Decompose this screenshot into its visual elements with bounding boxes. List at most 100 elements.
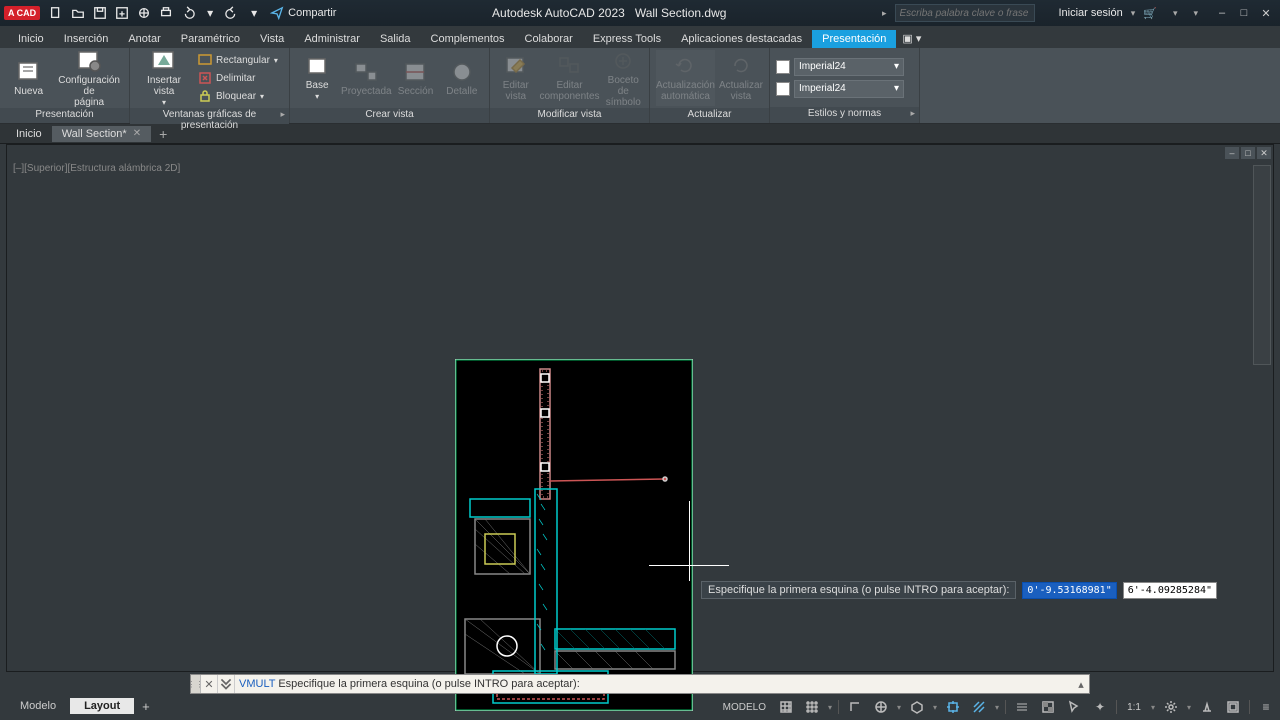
auto-update-button: Actualización automática — [656, 50, 715, 106]
filetab-add[interactable]: + — [151, 124, 175, 144]
qat-new-icon[interactable] — [48, 5, 64, 21]
tab-anotar[interactable]: Anotar — [118, 30, 170, 48]
detail-style-dropdown[interactable]: Imperial24▾ — [794, 80, 904, 98]
cmd-grip-icon[interactable]: ⋮⋮ — [191, 675, 201, 693]
cmd-history-icon[interactable]: ▴ — [1073, 678, 1089, 691]
window-title: Autodesk AutoCAD 2023 Wall Section.dwg — [336, 6, 882, 20]
dynamic-input: Especifique la primera esquina (o pulse … — [701, 581, 1217, 599]
tab-complementos[interactable]: Complementos — [421, 30, 515, 48]
tab-vista[interactable]: Vista — [250, 30, 294, 48]
cmd-recent-icon[interactable] — [217, 675, 235, 693]
login-dd[interactable]: ▾ — [1131, 8, 1136, 19]
drawing-area[interactable]: [–][Superior][Estructura alámbrica 2D] –… — [6, 144, 1274, 672]
tab-salida[interactable]: Salida — [370, 30, 421, 48]
vp-menu[interactable]: [–] — [13, 163, 24, 174]
panel-title-modificar: Modificar vista — [490, 108, 649, 123]
base-view-button[interactable]: Base ▾ — [296, 50, 338, 106]
qat-save-icon[interactable] — [92, 5, 108, 21]
qat-redo-icon[interactable] — [224, 5, 240, 21]
status-selection-icon[interactable] — [1064, 698, 1084, 716]
tab-parametrico[interactable]: Paramétrico — [171, 30, 250, 48]
qat-redo-dd[interactable]: ▾ — [246, 5, 262, 21]
tab-express[interactable]: Express Tools — [583, 30, 671, 48]
status-maximize-vp-icon[interactable] — [1223, 698, 1243, 716]
status-space[interactable]: MODELO — [719, 702, 770, 713]
btab-add[interactable]: + — [134, 697, 158, 716]
dynamic-x-input[interactable]: 0'-9.53168981" — [1022, 582, 1116, 599]
status-gizmo-icon[interactable]: ✦ — [1090, 698, 1110, 716]
cmd-text[interactable]: VMULT Especifique la primera esquina (o … — [235, 678, 1073, 690]
status-transparency-icon[interactable] — [1038, 698, 1058, 716]
new-layout-button[interactable]: Nueva — [6, 50, 51, 106]
status-otrack-icon[interactable] — [969, 698, 989, 716]
tab-insercion[interactable]: Inserción — [54, 30, 119, 48]
qat-undo-dd[interactable]: ▾ — [202, 5, 218, 21]
viewport-controls: [–][Superior][Estructura alámbrica 2D] — [13, 163, 180, 174]
qat-plot-icon[interactable] — [158, 5, 174, 21]
page-setup-button[interactable]: Configuración de página — [55, 50, 123, 106]
viewport-clip[interactable]: Delimitar — [196, 70, 280, 86]
draw-close[interactable]: ✕ — [1257, 147, 1271, 159]
tab-extra[interactable]: ▣ ▾ — [896, 29, 927, 48]
navigation-bar[interactable] — [1253, 165, 1271, 365]
status-osnap-icon[interactable] — [943, 698, 963, 716]
viewport-rectangular[interactable]: Rectangular ▾ — [196, 52, 280, 68]
cmd-close-icon[interactable]: ✕ — [201, 678, 217, 691]
status-snap-icon[interactable] — [802, 698, 822, 716]
status-gear-icon[interactable] — [1161, 698, 1181, 716]
qat-web-icon[interactable] — [136, 5, 152, 21]
projected-view-button: Proyectada — [342, 50, 390, 106]
search-caret[interactable]: ▸ — [882, 8, 887, 19]
maximize-button[interactable]: □ — [1234, 5, 1254, 21]
panel-title-actualizar: Actualizar — [650, 108, 769, 123]
status-grid-icon[interactable] — [776, 698, 796, 716]
title-bar: A CAD ▾ ▾ Compartir Autodesk AutoCAD 202… — [0, 0, 1280, 26]
vp-view[interactable]: [Superior] — [24, 163, 67, 174]
ribbon-tabs: Inicio Inserción Anotar Paramétrico Vist… — [0, 26, 1280, 48]
login-button[interactable]: Iniciar sesión — [1059, 7, 1123, 19]
dynamic-y-input[interactable]: 6'-4.09285284" — [1123, 582, 1217, 599]
draw-minimize[interactable]: – — [1225, 147, 1239, 159]
tab-administrar[interactable]: Administrar — [294, 30, 370, 48]
status-annoscale-icon[interactable] — [1197, 698, 1217, 716]
panel-title-presentacion: Presentación — [0, 108, 129, 123]
filetab-inicio[interactable]: Inicio — [6, 126, 52, 142]
tab-colaborar[interactable]: Colaborar — [515, 30, 583, 48]
qat-saveas-icon[interactable] — [114, 5, 130, 21]
update-view-button: Actualizar vista — [719, 50, 763, 106]
vp-style[interactable]: [Estructura alámbrica 2D] — [67, 163, 180, 174]
insert-view-button[interactable]: Insertar vista ▾ — [136, 50, 192, 106]
status-isodraft-icon[interactable] — [907, 698, 927, 716]
status-ortho-icon[interactable] — [845, 698, 865, 716]
draw-maximize[interactable]: □ — [1241, 147, 1255, 159]
qat-undo-icon[interactable] — [180, 5, 196, 21]
close-button[interactable]: ✕ — [1256, 5, 1276, 21]
app-badge: A CAD — [4, 6, 40, 20]
status-scale[interactable]: 1:1 — [1123, 702, 1145, 713]
panel-title-crear: Crear vista — [290, 108, 489, 123]
ribbon: Nueva Configuración de página Presentaci… — [0, 48, 1280, 124]
filetab-close-icon[interactable]: ✕ — [133, 128, 141, 139]
cart-icon[interactable]: 🛒 — [1143, 7, 1157, 20]
panel-title-ventanas: Ventanas gráficas de presentación▸ — [130, 108, 289, 124]
quick-access-toolbar: ▾ ▾ — [48, 5, 262, 21]
search-input[interactable] — [895, 4, 1035, 22]
tab-presentacion[interactable]: Presentación — [812, 30, 896, 48]
qat-open-icon[interactable] — [70, 5, 86, 21]
status-lwt-icon[interactable] — [1012, 698, 1032, 716]
btab-layout[interactable]: Layout — [70, 698, 134, 714]
command-line[interactable]: ⋮⋮ ✕ VMULT Especifique la primera esquin… — [190, 674, 1090, 694]
detail-style-icon — [776, 82, 790, 96]
status-customize-icon[interactable]: ≡ — [1256, 698, 1276, 716]
tab-aplicaciones[interactable]: Aplicaciones destacadas — [671, 30, 812, 48]
viewport-lock[interactable]: Bloquear ▾ — [196, 88, 280, 104]
tab-inicio[interactable]: Inicio — [8, 30, 54, 48]
filetab-wallsection[interactable]: Wall Section*✕ — [52, 126, 151, 142]
section-style-dropdown[interactable]: Imperial24▾ — [794, 58, 904, 76]
btab-modelo[interactable]: Modelo — [6, 698, 70, 714]
share-button[interactable]: Compartir — [270, 6, 336, 20]
symbol-sketch-button: Boceto de símbolo — [604, 50, 644, 106]
status-polar-icon[interactable] — [871, 698, 891, 716]
layout-paper — [455, 359, 693, 711]
minimize-button[interactable]: – — [1212, 5, 1232, 21]
